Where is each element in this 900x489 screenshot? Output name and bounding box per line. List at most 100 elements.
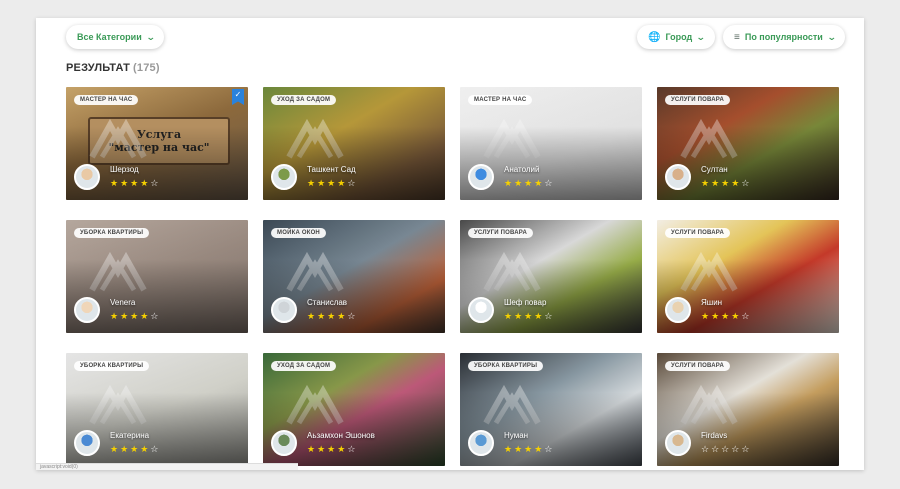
sort-button[interactable]: ≡ По популярности ⌄ — [723, 25, 846, 49]
rating-stars: ☆ ☆ ☆ ☆ ☆ — [701, 445, 749, 454]
avatar[interactable] — [468, 430, 494, 456]
star-filled-icon: ★ — [731, 311, 740, 321]
rating-stars: ★ ★ ★ ★ ☆ — [110, 445, 158, 454]
star-filled-icon: ★ — [701, 311, 710, 321]
star-filled-icon: ★ — [721, 178, 730, 188]
star-filled-icon: ★ — [307, 444, 316, 454]
category-badge: УСЛУГИ ПОВАРА — [665, 95, 730, 105]
star-filled-icon: ★ — [534, 178, 543, 188]
provider-name[interactable]: Нуман — [504, 431, 528, 440]
city-filter-button[interactable]: 🌐 Город ⌄ — [637, 25, 715, 49]
provider-card[interactable]: МОЙКА ОКОН Станислав ★ ★ ★ ★ ☆ — [263, 220, 445, 333]
star-filled-icon: ★ — [317, 178, 326, 188]
category-badge: УХОД ЗА САДОМ — [271, 361, 337, 371]
star-filled-icon: ★ — [327, 444, 336, 454]
star-empty-icon: ☆ — [347, 444, 356, 454]
city-filter-label: Город — [665, 32, 693, 42]
category-badge: УБОРКА КВАРТИРЫ — [74, 361, 150, 371]
provider-card[interactable]: Услуга"мастер на час"МАСТЕР НА ЧАС✓Шерзо… — [66, 87, 248, 200]
provider-card[interactable]: УСЛУГИ ПОВАРА Султан ★ ★ ★ ★ ☆ — [657, 87, 839, 200]
provider-card[interactable]: УБОРКА КВАРТИРЫ Нуман ★ ★ ★ ★ ☆ — [460, 353, 642, 466]
categories-filter-button[interactable]: Все Категории ⌄ — [66, 25, 165, 49]
category-badge: УХОД ЗА САДОМ — [271, 95, 337, 105]
star-empty-icon: ☆ — [150, 178, 159, 188]
sort-lines-icon: ≡ — [734, 31, 740, 43]
star-filled-icon: ★ — [140, 444, 149, 454]
rating-stars: ★ ★ ★ ★ ☆ — [110, 312, 158, 321]
avatar[interactable] — [74, 297, 100, 323]
avatar[interactable] — [271, 164, 297, 190]
star-filled-icon: ★ — [130, 444, 139, 454]
star-filled-icon: ★ — [721, 311, 730, 321]
star-filled-icon: ★ — [524, 311, 533, 321]
chevron-down-icon: ⌄ — [696, 31, 706, 42]
rating-stars: ★ ★ ★ ★ ☆ — [307, 179, 355, 188]
star-filled-icon: ★ — [534, 444, 543, 454]
star-filled-icon: ★ — [731, 178, 740, 188]
provider-card[interactable]: УБОРКА КВАРТИРЫ Екатерина ★ ★ ★ ★ ☆ — [66, 353, 248, 466]
star-empty-icon: ☆ — [544, 311, 553, 321]
rating-stars: ★ ★ ★ ★ ☆ — [504, 312, 552, 321]
star-empty-icon: ☆ — [741, 178, 750, 188]
avatar[interactable] — [271, 297, 297, 323]
star-filled-icon: ★ — [140, 311, 149, 321]
star-filled-icon: ★ — [337, 311, 346, 321]
provider-name[interactable]: Venera — [110, 298, 135, 307]
star-filled-icon: ★ — [110, 311, 119, 321]
star-filled-icon: ★ — [337, 444, 346, 454]
rating-stars: ★ ★ ★ ★ ☆ — [307, 312, 355, 321]
rating-stars: ★ ★ ★ ★ ☆ — [701, 179, 749, 188]
provider-card[interactable]: УСЛУГИ ПОВАРА Яшин ★ ★ ★ ★ ☆ — [657, 220, 839, 333]
star-filled-icon: ★ — [307, 178, 316, 188]
provider-card[interactable]: УСЛУГИ ПОВАРА Шеф повар ★ ★ ★ ★ ☆ — [460, 220, 642, 333]
avatar[interactable] — [665, 297, 691, 323]
provider-name[interactable]: Ташкент Сад — [307, 165, 356, 174]
avatar[interactable] — [468, 297, 494, 323]
provider-name[interactable]: Екатерина — [110, 431, 149, 440]
avatar[interactable] — [271, 430, 297, 456]
provider-name[interactable]: Султан — [701, 165, 728, 174]
rating-stars: ★ ★ ★ ★ ☆ — [110, 179, 158, 188]
avatar[interactable] — [665, 430, 691, 456]
category-badge: МОЙКА ОКОН — [271, 228, 326, 238]
rating-stars: ★ ★ ★ ★ ☆ — [701, 312, 749, 321]
star-empty-icon: ☆ — [544, 444, 553, 454]
results-count: (175) — [133, 62, 160, 74]
avatar[interactable] — [74, 164, 100, 190]
category-badge: УСЛУГИ ПОВАРА — [665, 361, 730, 371]
chevron-down-icon: ⌄ — [826, 31, 837, 42]
category-badge: МАСТЕР НА ЧАС — [74, 95, 139, 105]
star-filled-icon: ★ — [120, 311, 129, 321]
categories-filter-label: Все Категории — [77, 32, 142, 42]
star-filled-icon: ★ — [514, 178, 523, 188]
category-badge: УБОРКА КВАРТИРЫ — [468, 361, 544, 371]
provider-name[interactable]: Анатолий — [504, 165, 539, 174]
star-filled-icon: ★ — [524, 444, 533, 454]
results-panel: Все Категории ⌄ 🌐 Город ⌄ ≡ По популярно… — [36, 18, 864, 470]
star-empty-icon: ☆ — [701, 444, 710, 454]
provider-name[interactable]: Станислав — [307, 298, 347, 307]
category-badge: МАСТЕР НА ЧАС — [468, 95, 533, 105]
provider-card[interactable]: МАСТЕР НА ЧАС Анатолий ★ ★ ★ ★ ☆ — [460, 87, 642, 200]
provider-card[interactable]: УСЛУГИ ПОВАРА Firdavs ☆ ☆ ☆ ☆ ☆ — [657, 353, 839, 466]
provider-card[interactable]: УХОД ЗА САДОМ Ташкент Сад ★ ★ ★ ★ ☆ — [263, 87, 445, 200]
provider-name[interactable]: Аьзамхон Эшонов — [307, 431, 375, 440]
avatar[interactable] — [74, 430, 100, 456]
star-filled-icon: ★ — [337, 178, 346, 188]
provider-name[interactable]: Яшин — [701, 298, 722, 307]
star-filled-icon: ★ — [514, 311, 523, 321]
category-badge: УСЛУГИ ПОВАРА — [665, 228, 730, 238]
provider-card[interactable]: УБОРКА КВАРТИРЫ Venera ★ ★ ★ ★ ☆ — [66, 220, 248, 333]
rating-stars: ★ ★ ★ ★ ☆ — [307, 445, 355, 454]
star-empty-icon: ☆ — [741, 444, 750, 454]
provider-name[interactable]: Шеф повар — [504, 298, 546, 307]
results-heading: РЕЗУЛЬТАТ (175) — [66, 62, 160, 74]
avatar[interactable] — [665, 164, 691, 190]
provider-card[interactable]: УХОД ЗА САДОМ Аьзамхон Эшонов ★ ★ ★ ★ ☆ — [263, 353, 445, 466]
star-empty-icon: ☆ — [731, 444, 740, 454]
provider-name[interactable]: Шерзод — [110, 165, 139, 174]
star-filled-icon: ★ — [130, 311, 139, 321]
sort-label: По популярности — [744, 32, 823, 42]
provider-name[interactable]: Firdavs — [701, 431, 727, 440]
avatar[interactable] — [468, 164, 494, 190]
